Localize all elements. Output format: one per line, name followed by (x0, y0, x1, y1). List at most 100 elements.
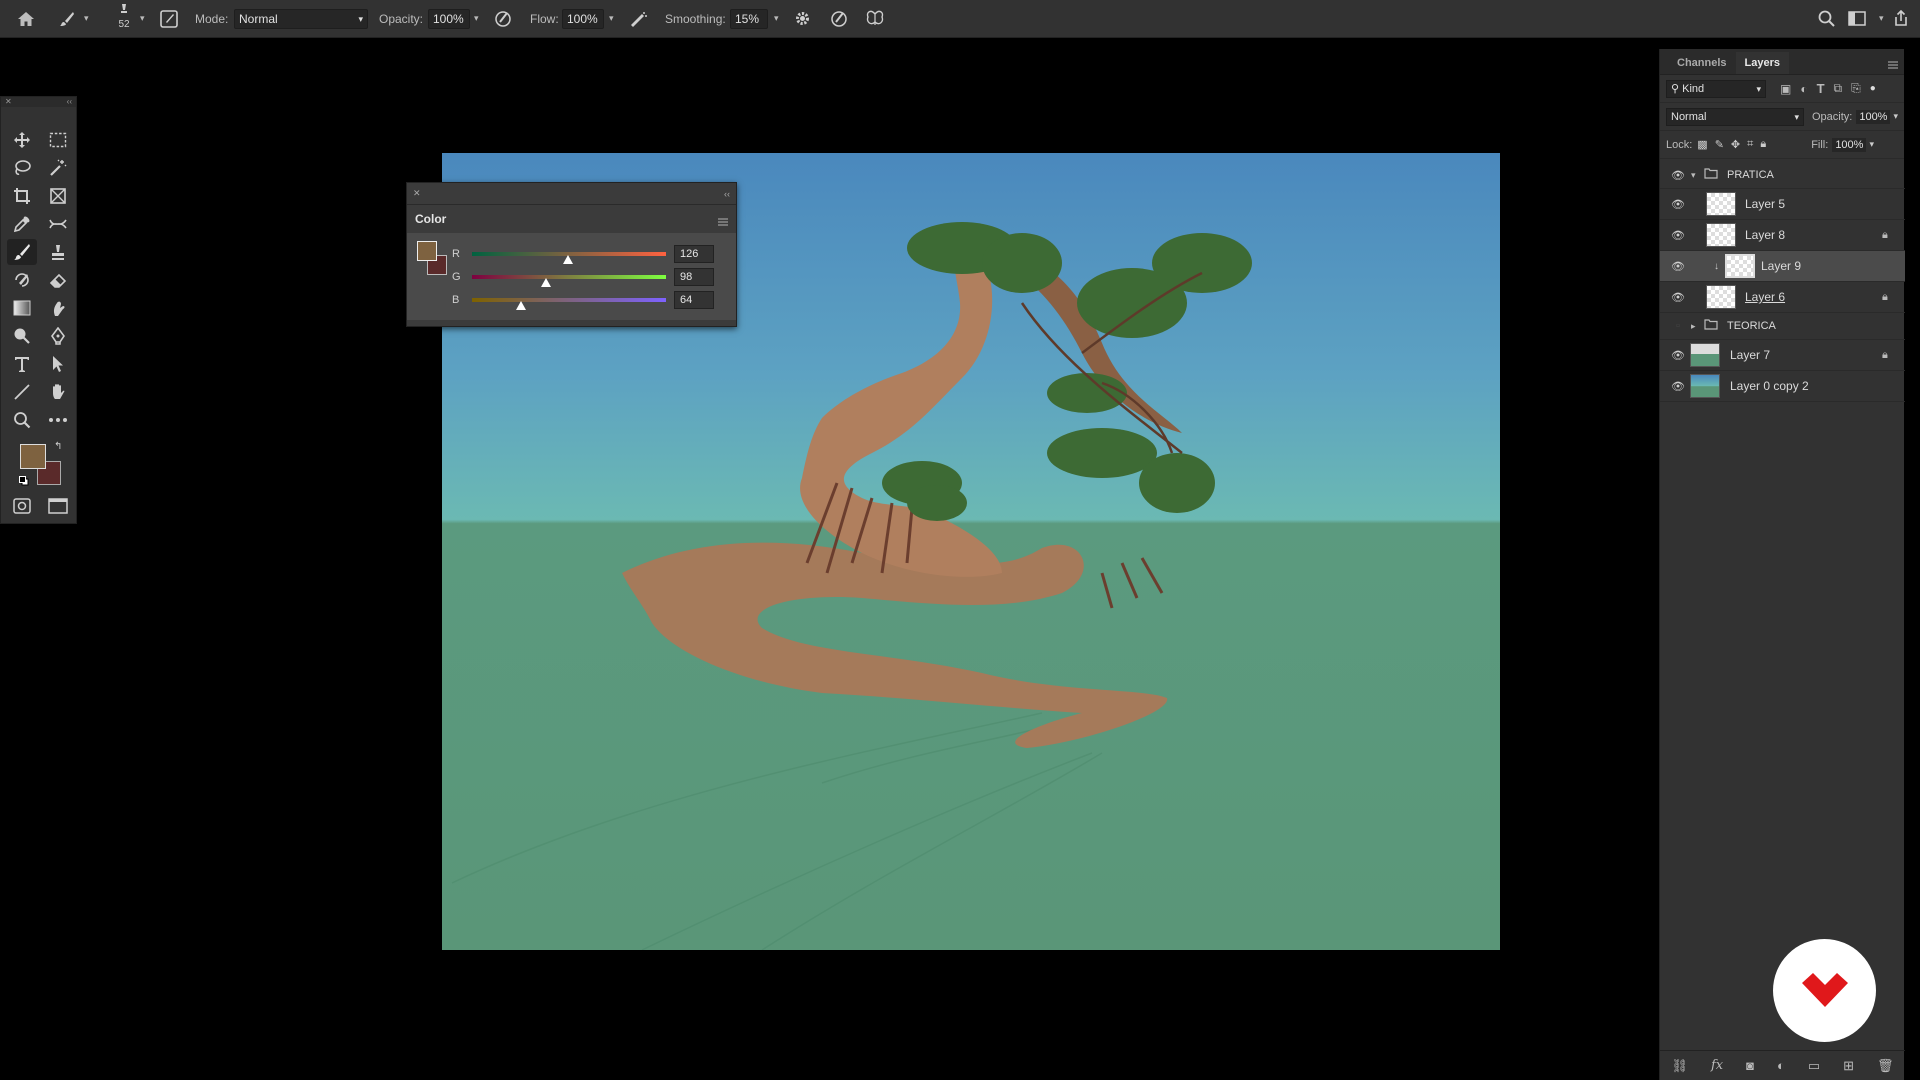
green-channel-thumb[interactable] (541, 278, 552, 287)
smoothing-settings-gear-icon[interactable] (791, 8, 813, 30)
tab-channels[interactable]: Channels (1668, 52, 1736, 74)
lock-artboard-icon[interactable]: ⌗ (1747, 138, 1753, 151)
patch-tool-icon[interactable] (43, 211, 73, 237)
type-tool-icon[interactable] (7, 351, 37, 377)
smoothing-chevron-icon[interactable]: ▾ (774, 13, 779, 24)
lasso-tool-icon[interactable] (7, 155, 37, 181)
symmetry-butterfly-icon[interactable] (864, 8, 886, 30)
brush-tool-icon[interactable] (56, 7, 78, 31)
layer-group-pratica[interactable]: 👁︎ ▾ PRATICA (1660, 162, 1905, 189)
lock-all-icon[interactable]: 🔒︎ (1760, 138, 1766, 151)
layer-opacity-value[interactable]: 100% (1856, 109, 1891, 124)
visibility-eye-icon[interactable]: 👁︎ (1671, 229, 1685, 242)
brush-preset-chevron-icon[interactable]: ▾ (140, 13, 145, 24)
layer-group-teorica[interactable]: ▫ ▸ TEORICA (1660, 313, 1905, 340)
marquee-tool-icon[interactable] (43, 127, 73, 153)
quick-mask-icon[interactable] (7, 493, 37, 519)
filter-adjustment-icon[interactable]: ◐ (1800, 82, 1807, 96)
adjustment-layer-icon[interactable]: ◐ (1777, 1058, 1785, 1073)
toolbox-header[interactable]: ✕ ‹‹ (1, 97, 76, 107)
search-icon[interactable] (1815, 8, 1837, 30)
opacity-field[interactable]: 100% (428, 9, 470, 29)
layer-row-layer-0-copy-2[interactable]: 👁︎ Layer 0 copy 2 (1660, 371, 1905, 402)
layer-row-layer-7[interactable]: 👁︎ Layer 7 🔒︎ (1660, 340, 1905, 371)
blend-mode-dropdown[interactable]: Normal ▾ (1666, 107, 1804, 126)
visibility-toggle-empty[interactable]: ▫ (1671, 320, 1685, 332)
visibility-eye-icon[interactable]: 👁︎ (1671, 291, 1685, 304)
toolbox-close-icon[interactable]: ✕ (5, 97, 12, 107)
new-group-folder-icon[interactable]: ▭ (1808, 1058, 1820, 1074)
move-tool-icon[interactable] (7, 127, 37, 153)
history-brush-tool-icon[interactable] (7, 267, 37, 293)
pen-tool-icon[interactable] (43, 323, 73, 349)
zoom-tool-icon[interactable] (7, 407, 37, 433)
dodge-tool-icon[interactable] (7, 323, 37, 349)
color-panel-title[interactable]: Color (415, 212, 446, 226)
filter-smart-object-icon[interactable]: ⎘ (1851, 81, 1861, 96)
screen-mode-icon[interactable] (43, 493, 73, 519)
share-icon[interactable] (1890, 8, 1912, 30)
pressure-opacity-icon[interactable] (492, 8, 514, 30)
crop-tool-icon[interactable] (7, 183, 37, 209)
pressure-size-icon[interactable] (828, 8, 850, 30)
workspace-chevron-icon[interactable]: ▾ (1879, 13, 1884, 24)
brush-tool-icon[interactable] (7, 239, 37, 265)
link-layers-icon[interactable]: ⛓︎ (1671, 1058, 1688, 1074)
visibility-eye-icon[interactable]: 👁︎ (1671, 349, 1685, 362)
delete-layer-trash-icon[interactable]: 🗑︎ (1877, 1058, 1894, 1074)
default-colors-icon[interactable] (19, 475, 29, 486)
layer-style-fx-icon[interactable]: fx (1711, 1058, 1723, 1073)
red-channel-slider[interactable] (472, 252, 666, 264)
tool-preset-chevron-icon[interactable]: ▾ (84, 13, 89, 24)
clone-stamp-tool-icon[interactable] (43, 239, 73, 265)
eyedropper-tool-icon[interactable] (7, 211, 37, 237)
hand-tool-icon[interactable] (43, 379, 73, 405)
frame-tool-icon[interactable] (43, 183, 73, 209)
blue-channel-slider[interactable] (472, 298, 666, 310)
more-tools-icon[interactable] (43, 407, 73, 433)
green-channel-value[interactable]: 98 (674, 268, 714, 286)
path-selection-tool-icon[interactable] (43, 351, 73, 377)
smudge-tool-icon[interactable] (43, 295, 73, 321)
opacity-chevron-icon[interactable]: ▾ (474, 13, 479, 24)
layer-opacity-chevron-icon[interactable]: ▾ (1893, 111, 1898, 122)
swap-colors-icon[interactable]: ↰ (54, 441, 62, 452)
mode-dropdown[interactable]: Normal ▾ (234, 9, 368, 29)
brush-settings-panel-icon[interactable] (158, 8, 180, 30)
toolbox-collapse-icon[interactable]: ‹‹ (67, 97, 72, 107)
color-panel-collapse-icon[interactable]: ‹‹ (724, 189, 730, 199)
layer-row-layer-6[interactable]: 👁︎ Layer 6 🔒︎ (1660, 282, 1905, 313)
layers-panel-menu-icon[interactable] (1888, 58, 1898, 72)
new-layer-icon[interactable]: ⊞ (1843, 1058, 1854, 1074)
blue-channel-thumb[interactable] (515, 301, 526, 310)
add-mask-icon[interactable]: ◙ (1746, 1058, 1754, 1073)
lock-position-icon[interactable]: ✥ (1731, 138, 1740, 151)
filter-kind-dropdown[interactable]: ⚲ Kind ▾ (1666, 79, 1766, 98)
fill-value[interactable]: 100% (1832, 137, 1867, 152)
brush-preset-picker[interactable]: 52 (112, 3, 136, 33)
filter-shape-icon[interactable]: ⧉ (1834, 81, 1843, 96)
foreground-color-swatch[interactable] (20, 444, 46, 469)
color-panel-menu-icon[interactable] (718, 215, 728, 226)
color-panel-header[interactable]: ✕ ‹‹ (407, 183, 736, 205)
layer-row-layer-8[interactable]: 👁︎ Layer 8 🔒︎ (1660, 220, 1905, 251)
green-channel-slider[interactable] (472, 275, 666, 287)
filter-toggle-icon[interactable]: ● (1870, 83, 1876, 94)
visibility-eye-icon[interactable]: 👁︎ (1671, 380, 1685, 393)
workspace-layout-icon[interactable] (1846, 8, 1868, 30)
filter-pixel-icon[interactable]: ▣ (1780, 82, 1791, 96)
group-expand-chevron-icon[interactable]: ▾ (1691, 170, 1696, 181)
layer-row-layer-9[interactable]: 👁︎ ↓ Layer 9 (1660, 251, 1905, 282)
group-collapse-chevron-icon[interactable]: ▸ (1691, 321, 1696, 332)
blue-channel-value[interactable]: 64 (674, 291, 714, 309)
line-tool-icon[interactable] (7, 379, 37, 405)
red-channel-value[interactable]: 126 (674, 245, 714, 263)
flow-field[interactable]: 100% (562, 9, 604, 29)
fill-chevron-icon[interactable]: ▾ (1869, 139, 1874, 150)
smoothing-field[interactable]: 15% (730, 9, 768, 29)
visibility-eye-icon[interactable]: 👁︎ (1671, 169, 1685, 182)
visibility-eye-icon[interactable]: 👁︎ (1671, 260, 1685, 273)
color-panel-foreground-swatch[interactable] (417, 241, 437, 261)
eraser-tool-icon[interactable] (43, 267, 73, 293)
filter-type-icon[interactable]: T (1817, 81, 1825, 96)
